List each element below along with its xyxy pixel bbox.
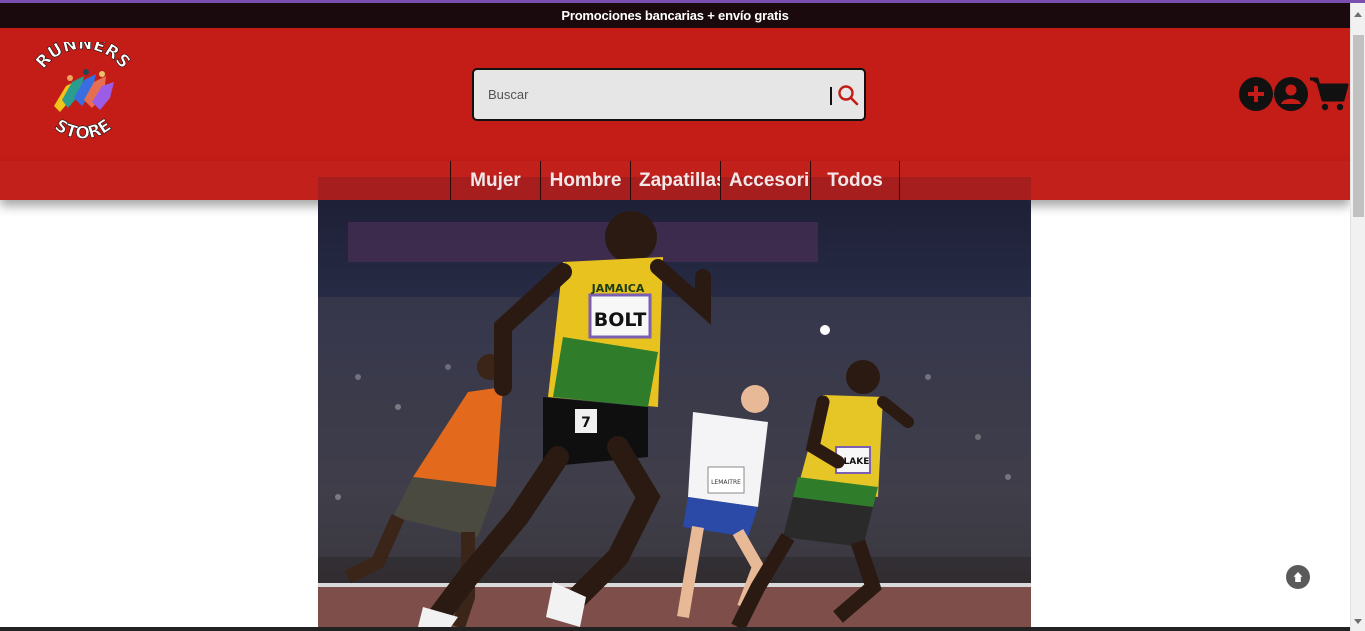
vertical-scrollbar[interactable] <box>1350 3 1365 631</box>
nav-item-accesorios[interactable]: Accesorios <box>720 161 810 200</box>
search-icon[interactable] <box>836 83 860 107</box>
nav-item-label: Hombre <box>549 169 622 191</box>
shirt-main: JAMAICA <box>591 282 645 295</box>
runners-store-logo[interactable]: RUNNERS STORE <box>26 42 140 142</box>
bib-center: LEMAITRE <box>711 479 741 486</box>
scroll-down-arrow-icon[interactable] <box>1354 619 1362 624</box>
nav-item-label: Zapatillas <box>639 169 720 191</box>
nav-item-mujer[interactable]: Mujer <box>450 161 540 200</box>
promo-text: Promociones bancarias + envío gratis <box>561 8 789 23</box>
add-icon[interactable] <box>1239 77 1273 111</box>
promo-banner: Promociones bancarias + envío gratis <box>0 3 1350 28</box>
user-icon[interactable] <box>1274 77 1308 111</box>
nav-item-todos[interactable]: Todos <box>810 161 900 200</box>
text-caret <box>830 87 832 105</box>
search-box <box>472 68 866 121</box>
bottom-edge <box>0 627 1350 631</box>
arrow-up-icon <box>1293 572 1303 582</box>
scroll-to-top-button[interactable] <box>1286 565 1310 589</box>
nav-item-label: Accesorios <box>729 169 810 191</box>
cart-icon[interactable] <box>1309 76 1349 112</box>
nav-item-label: Mujer <box>470 169 521 191</box>
header-actions <box>1239 74 1349 114</box>
site-header: RUNNERS STORE <box>0 28 1350 161</box>
nav-item-label: Todos <box>827 169 883 191</box>
sprinters-photo: BOLT JAMAICA 7 LEMAITRE BLAKE <box>318 177 1031 631</box>
bib-main: BOLT <box>594 309 647 331</box>
nav-item-zapatillas[interactable]: Zapatillas <box>630 161 720 200</box>
scrollbar-thumb[interactable] <box>1353 35 1364 217</box>
search-input[interactable] <box>488 70 818 119</box>
lane-main: 7 <box>581 415 591 431</box>
scroll-up-arrow-icon[interactable] <box>1354 12 1362 17</box>
nav-item-hombre[interactable]: Hombre <box>540 161 630 200</box>
hero-banner-image: BOLT JAMAICA 7 LEMAITRE BLAKE <box>318 177 1031 631</box>
main-nav: Mujer Hombre Zapatillas Accesorios Todos <box>450 161 900 200</box>
